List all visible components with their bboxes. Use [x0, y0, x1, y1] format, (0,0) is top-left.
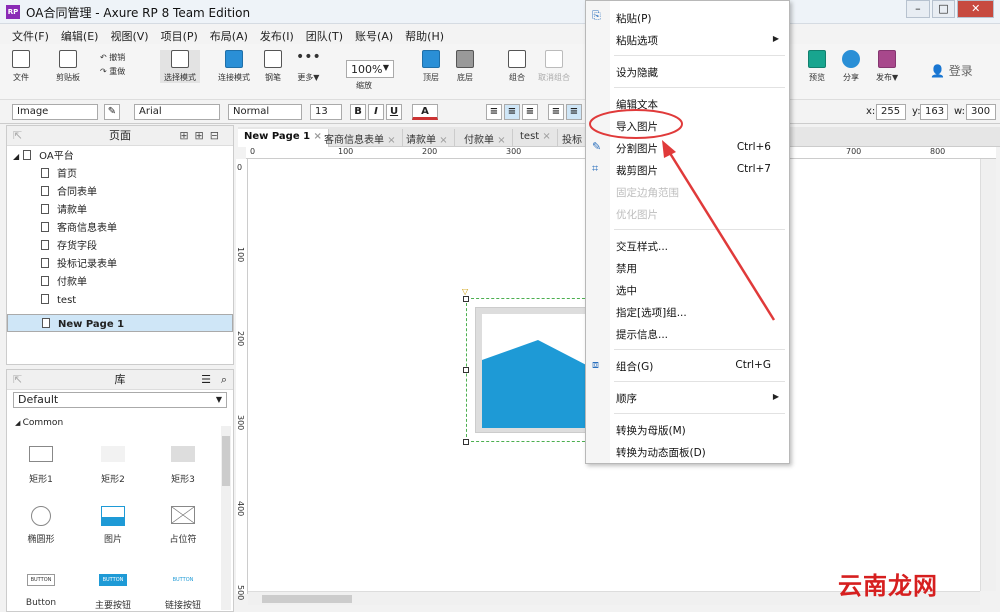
- watermark: 云南龙网: [838, 571, 938, 600]
- annotation-arrow-line: [666, 149, 776, 321]
- annotation-arrow-head: [662, 140, 676, 158]
- annotation-overlay: [589, 109, 776, 321]
- annotation-ellipse: [589, 109, 683, 139]
